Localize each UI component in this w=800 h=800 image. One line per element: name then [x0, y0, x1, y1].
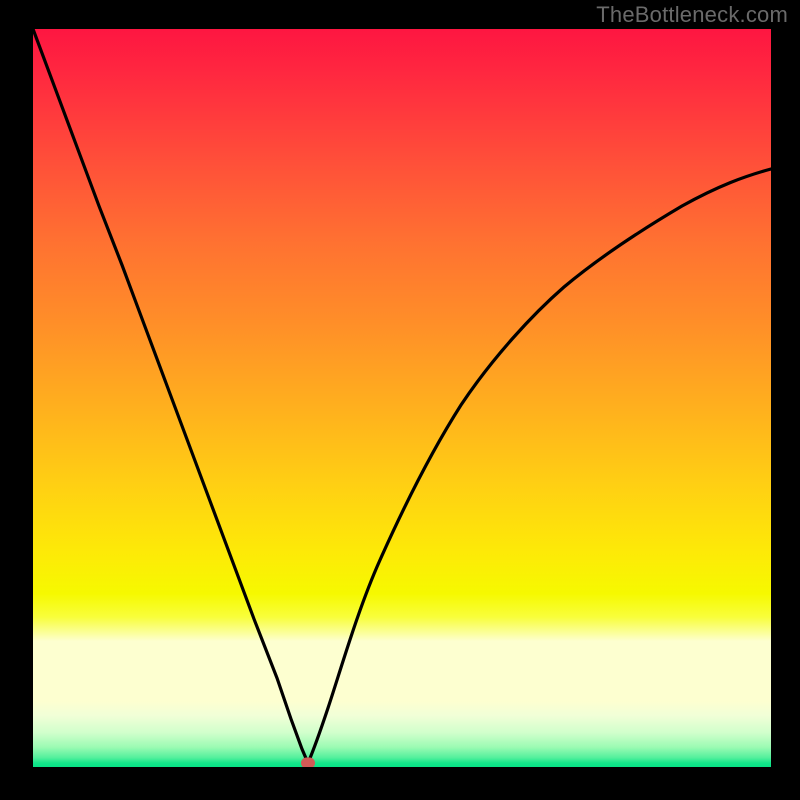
curve-right-branch — [308, 169, 771, 763]
chart-frame: TheBottleneck.com — [0, 0, 800, 800]
curve-left-branch — [33, 29, 308, 763]
optimum-marker — [301, 758, 315, 768]
plot-area — [33, 29, 771, 767]
watermark-text: TheBottleneck.com — [596, 2, 788, 28]
bottleneck-curve — [33, 29, 771, 767]
